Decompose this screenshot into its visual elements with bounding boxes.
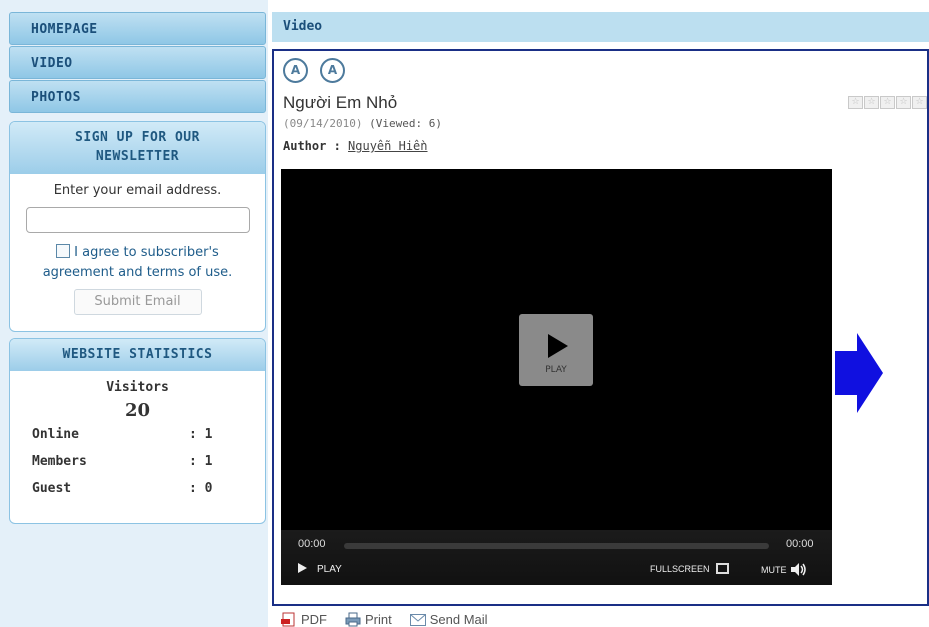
video-date: (09/14/2010): [283, 117, 363, 130]
font-decrease-button[interactable]: A: [320, 58, 345, 83]
agree-text: I agree to subscriber's agreement and te…: [10, 243, 265, 283]
font-increase-button[interactable]: A: [283, 58, 308, 83]
play-label: PLAY: [545, 365, 567, 375]
view-count: (Viewed: 6): [369, 117, 442, 130]
print-label: Print: [365, 612, 392, 627]
footer-links: PDF Print Send Mail: [281, 612, 488, 627]
video-panel: A A Người Em Nhỏ (09/14/2010) (Viewed: 6…: [272, 49, 929, 606]
stat-value: : 0: [189, 481, 213, 496]
star-icon[interactable]: ☆: [864, 96, 879, 109]
play-button-label: PLAY: [317, 564, 342, 575]
pdf-label: PDF: [301, 612, 327, 627]
star-icon[interactable]: ☆: [848, 96, 863, 109]
stat-label: Online: [32, 427, 79, 442]
section-header: Video: [272, 12, 929, 42]
author-label: Author :: [283, 139, 341, 153]
star-icon[interactable]: ☆: [896, 96, 911, 109]
newsletter-prompt: Enter your email address.: [53, 183, 222, 198]
player-controls: 00:00 00:00 PLAY FULLSCREEN MUTE: [281, 530, 832, 585]
time-current: 00:00: [298, 538, 326, 550]
seek-bar[interactable]: [344, 543, 769, 549]
video-title: Người Em Nhỏ: [283, 93, 398, 112]
author-link[interactable]: Nguyễn Hiền: [348, 139, 427, 153]
printer-icon: [345, 612, 361, 627]
rating-stars[interactable]: ☆ ☆ ☆ ☆ ☆: [848, 96, 927, 109]
send-mail-label: Send Mail: [429, 612, 488, 627]
send-mail-link[interactable]: Send Mail: [409, 612, 488, 627]
mute-button[interactable]: MUTE: [761, 563, 807, 576]
visitors-label: Visitors: [106, 380, 169, 395]
star-icon[interactable]: ☆: [880, 96, 895, 109]
agree-line2: agreement and terms of use.: [42, 265, 233, 280]
time-total: 00:00: [786, 538, 814, 550]
nav-video[interactable]: VIDEO: [9, 46, 266, 79]
nav-photos[interactable]: PHOTOS: [9, 80, 266, 113]
stat-value: : 1: [189, 427, 213, 442]
mute-label: MUTE: [761, 565, 787, 575]
nav-homepage[interactable]: HOMEPAGE: [9, 12, 266, 45]
sidebar: HOMEPAGE VIDEO PHOTOS SIGN UP FOR OUR NE…: [0, 0, 268, 627]
stat-row-guest: Guest : 0: [10, 475, 265, 502]
email-field[interactable]: [25, 207, 250, 233]
visitors-total: 20: [124, 400, 151, 421]
speaker-icon: [790, 563, 806, 576]
stat-label: Guest: [32, 481, 72, 496]
fullscreen-icon: [715, 563, 729, 574]
author-line: Author : Nguyễn Hiền: [283, 139, 428, 153]
newsletter-title-line1: SIGN UP FOR OUR: [75, 130, 200, 145]
play-icon: [548, 334, 568, 358]
pdf-icon: [281, 612, 295, 627]
stats-box: WEBSITE STATISTICS Visitors 20 Online : …: [9, 338, 266, 524]
newsletter-box: SIGN UP FOR OUR NEWSLETTER Enter your em…: [9, 121, 266, 332]
play-icon: [298, 563, 307, 573]
fullscreen-button[interactable]: FULLSCREEN: [650, 563, 729, 574]
stat-row-online: Online : 1: [10, 421, 265, 448]
agree-checkbox[interactable]: [56, 244, 71, 258]
envelope-icon: [409, 613, 426, 626]
stats-title: WEBSITE STATISTICS: [10, 339, 265, 371]
fullscreen-label: FULLSCREEN: [650, 564, 710, 574]
submit-email-button[interactable]: Submit Email: [73, 289, 202, 315]
big-play-button[interactable]: PLAY: [519, 314, 593, 386]
print-link[interactable]: Print: [345, 612, 392, 627]
video-meta: (09/14/2010) (Viewed: 6): [283, 117, 442, 130]
video-player[interactable]: PLAY 00:00 00:00 PLAY FULLSCREEN MUTE: [281, 169, 832, 585]
right-arrow-icon: [835, 333, 883, 413]
star-icon[interactable]: ☆: [912, 96, 927, 109]
newsletter-title-line2: NEWSLETTER: [95, 149, 180, 164]
play-button[interactable]: PLAY: [298, 563, 342, 575]
newsletter-title: SIGN UP FOR OUR NEWSLETTER: [10, 122, 265, 174]
stat-value: : 1: [189, 454, 213, 469]
agree-line1: I agree to subscriber's: [74, 245, 219, 260]
pdf-link[interactable]: PDF: [281, 612, 327, 627]
stat-label: Members: [32, 454, 87, 469]
stat-row-members: Members : 1: [10, 448, 265, 475]
